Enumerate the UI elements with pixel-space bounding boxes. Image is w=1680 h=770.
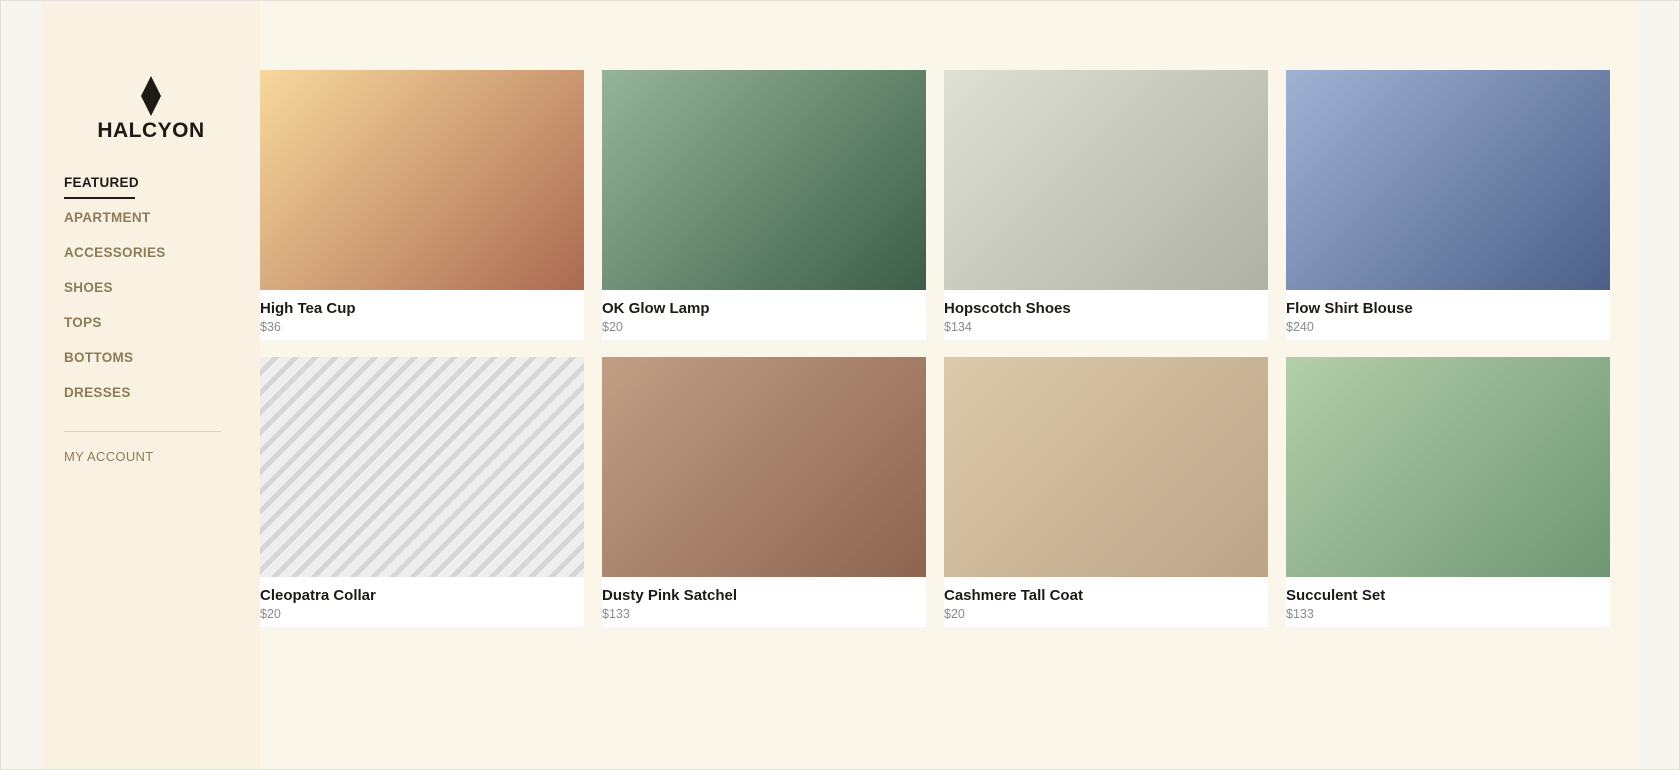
active-nav-underline xyxy=(64,197,135,199)
nav-item-dresses[interactable]: DRESSES xyxy=(64,385,131,400)
product-price: $20 xyxy=(944,607,965,621)
product-image[interactable] xyxy=(602,70,926,290)
product-name[interactable]: OK Glow Lamp xyxy=(602,300,710,317)
product-card[interactable]: Cleopatra Collar $20 xyxy=(260,357,584,627)
product-card[interactable]: OK Glow Lamp $20 xyxy=(602,70,926,340)
product-card[interactable]: Cashmere Tall Coat $20 xyxy=(944,357,1268,627)
nav-item-apartment[interactable]: APARTMENT xyxy=(64,210,150,225)
product-image[interactable] xyxy=(944,70,1268,290)
product-image[interactable] xyxy=(260,70,584,290)
product-name[interactable]: Cashmere Tall Coat xyxy=(944,587,1083,604)
nav-item-featured[interactable]: FEATURED xyxy=(64,175,139,190)
product-card[interactable]: Dusty Pink Satchel $133 xyxy=(602,357,926,627)
diamond-icon xyxy=(141,76,161,116)
nav-item-shoes[interactable]: SHOES xyxy=(64,280,113,295)
product-price: $240 xyxy=(1286,320,1314,334)
product-name[interactable]: Flow Shirt Blouse xyxy=(1286,300,1413,317)
product-price: $20 xyxy=(260,607,281,621)
product-image[interactable] xyxy=(602,357,926,577)
product-card[interactable]: Succulent Set $133 xyxy=(1286,357,1610,627)
nav-divider xyxy=(64,431,221,432)
product-name[interactable]: Succulent Set xyxy=(1286,587,1385,604)
my-account-link[interactable]: MY ACCOUNT xyxy=(64,449,153,464)
product-price: $133 xyxy=(602,607,630,621)
product-image[interactable] xyxy=(260,357,584,577)
nav-item-bottoms[interactable]: BOTTOMS xyxy=(64,350,133,365)
product-card[interactable]: Hopscotch Shoes $134 xyxy=(944,70,1268,340)
product-image[interactable] xyxy=(1286,70,1610,290)
product-price: $20 xyxy=(602,320,623,334)
product-name[interactable]: High Tea Cup xyxy=(260,300,356,317)
product-price: $133 xyxy=(1286,607,1314,621)
product-name[interactable]: Dusty Pink Satchel xyxy=(602,587,737,604)
product-card[interactable]: High Tea Cup $36 xyxy=(260,70,584,340)
nav-item-accessories[interactable]: ACCESSORIES xyxy=(64,245,166,260)
product-image[interactable] xyxy=(944,357,1268,577)
product-image[interactable] xyxy=(1286,357,1610,577)
brand-name[interactable]: HALCYON xyxy=(42,119,260,143)
product-price: $134 xyxy=(944,320,972,334)
nav-item-tops[interactable]: TOPS xyxy=(64,315,102,330)
product-name[interactable]: Cleopatra Collar xyxy=(260,587,376,604)
product-card[interactable]: Flow Shirt Blouse $240 xyxy=(1286,70,1610,340)
product-price: $36 xyxy=(260,320,281,334)
product-name[interactable]: Hopscotch Shoes xyxy=(944,300,1071,317)
